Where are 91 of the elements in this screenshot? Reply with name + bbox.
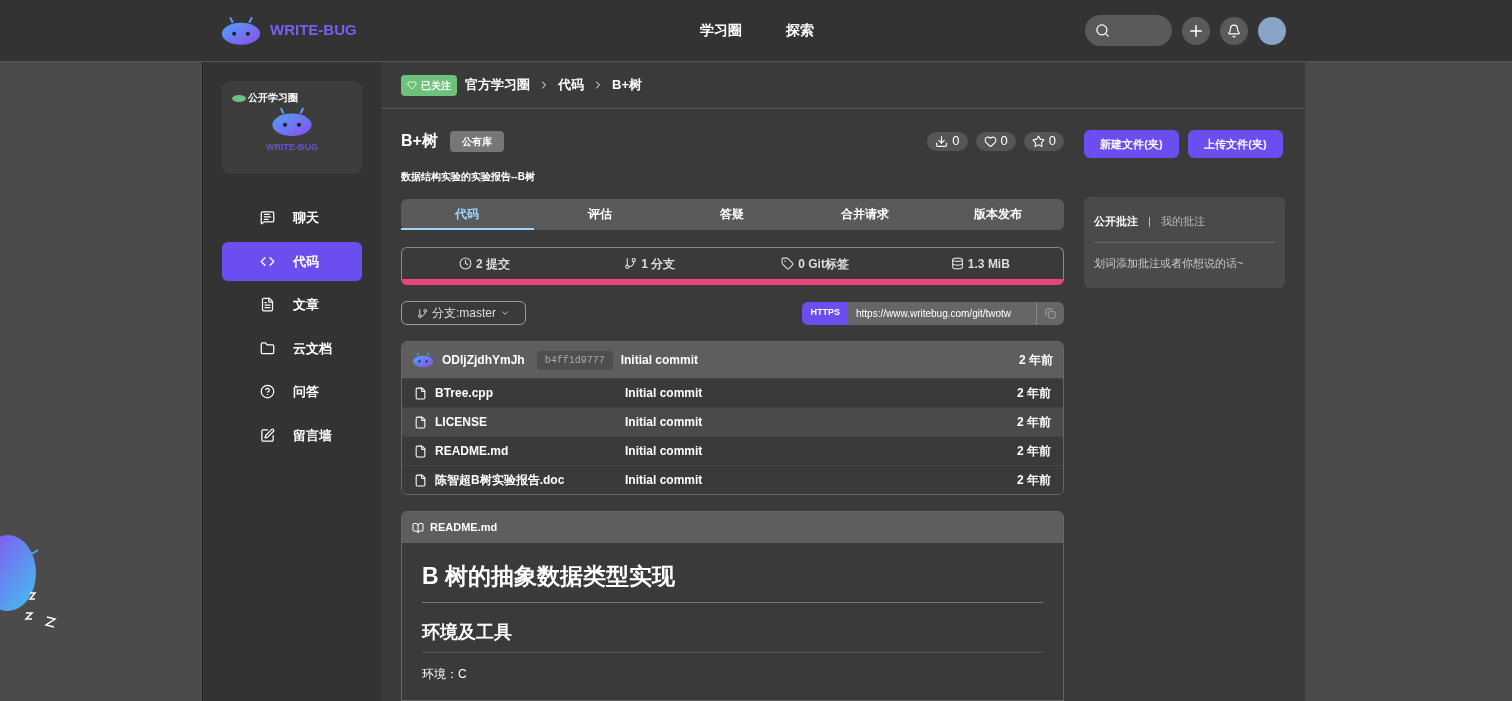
comment-input-field[interactable]: 划词添加批注或者你想说的话~ <box>1094 254 1275 271</box>
file-time: 2 年前 <box>1017 443 1051 460</box>
sidebar-item[interactable]: 代码 <box>222 241 362 281</box>
tab[interactable]: 答疑 <box>666 199 799 230</box>
breadcrumb-link[interactable]: 代码 <box>558 75 584 95</box>
help-icon <box>260 384 275 400</box>
action-button[interactable]: 上传文件(夹) <box>1188 130 1283 158</box>
file-commit-message: Initial commit <box>625 472 703 489</box>
avatar[interactable] <box>1258 16 1286 45</box>
file-name[interactable]: README.md <box>435 442 625 460</box>
sidebar-item[interactable]: 留言墙 <box>222 415 362 455</box>
chat-icon <box>260 210 275 226</box>
star-icon <box>1031 134 1045 148</box>
stat-label[interactable]: 1.3 MiB <box>967 254 1010 273</box>
tag-icon <box>781 257 795 270</box>
comment-tab[interactable]: 公开批注 <box>1094 213 1138 230</box>
repo-title: B+树 <box>401 131 438 151</box>
tab[interactable]: 合并请求 <box>798 199 932 230</box>
file-name[interactable]: LICENSE <box>435 413 625 431</box>
tab[interactable]: 代码 <box>401 199 534 230</box>
readme-subheading: 环境及工具 <box>422 618 1043 653</box>
copy-button[interactable] <box>1036 301 1064 325</box>
sidebar-item[interactable]: 聊天 <box>222 198 362 238</box>
notification-button[interactable] <box>1220 16 1248 45</box>
repo-description: 数据结构实验的实验报告--B树 <box>401 170 536 184</box>
comment-tab[interactable]: 我的批注 <box>1160 213 1205 230</box>
branch-icon <box>624 257 638 270</box>
branch-icon <box>417 307 428 319</box>
tab[interactable]: 版本发布 <box>931 199 1064 230</box>
commit-time: 2 年前 <box>1019 352 1053 369</box>
sidebar-item[interactable]: 文章 <box>222 285 362 325</box>
file-time: 2 年前 <box>1017 472 1051 489</box>
file-time: 2 年前 <box>1017 414 1051 431</box>
commit-hash[interactable]: b4ff1d9777 <box>536 350 613 370</box>
readme-title: README.md <box>430 520 498 536</box>
heart-icon <box>407 80 417 90</box>
add-button[interactable] <box>1182 16 1210 45</box>
file-icon <box>414 473 427 487</box>
file-commit-message: Initial commit <box>625 414 703 431</box>
readme-text: 环境：C <box>422 665 468 683</box>
logo-icon <box>220 15 262 46</box>
counter-button[interactable]: 0 <box>1023 131 1064 151</box>
file-icon <box>414 444 427 458</box>
circle-card[interactable]: 公开学习圈 WRITE-BUG <box>222 81 362 174</box>
file-row[interactable]: 陈智超B树实验报告.doc Initial commit 2 年前 <box>402 465 1063 494</box>
counter-button[interactable]: 0 <box>975 131 1016 151</box>
breadcrumb-link[interactable]: 官方学习圈 <box>465 75 530 95</box>
public-circle-label: 公开学习圈 <box>248 91 298 105</box>
file-name[interactable]: BTree.cpp <box>435 384 625 402</box>
caret-icon <box>500 308 510 318</box>
download-icon <box>935 134 949 148</box>
file-commit-message: Initial commit <box>625 443 703 460</box>
book-icon <box>412 521 424 534</box>
nav-link[interactable]: 学习圈 <box>700 20 742 41</box>
tab[interactable]: 评估 <box>533 199 667 230</box>
file-time: 2 年前 <box>1017 385 1051 402</box>
card-logo-text: WRITE-BUG <box>266 141 318 154</box>
protocol-button[interactable]: HTTPS <box>802 301 848 325</box>
file-icon <box>414 415 427 429</box>
clone-url-field[interactable]: https://www.writebug.com/git/twotw <box>848 301 1036 325</box>
file-icon <box>414 386 427 400</box>
copy-icon <box>1045 307 1056 319</box>
commit-author[interactable]: ODljZjdhYmJh <box>442 351 525 369</box>
bell-icon <box>1227 23 1241 38</box>
readme-heading: B 树的抽象数据类型实现 <box>422 559 1043 603</box>
heart-icon <box>983 134 997 148</box>
search-field[interactable] <box>1085 15 1172 46</box>
document-icon <box>260 297 275 313</box>
file-row[interactable]: LICENSE Initial commit 2 年前 <box>402 407 1063 436</box>
branch-dropdown[interactable]: 分支:master <box>401 301 526 325</box>
stat-label[interactable]: 2 提交 <box>476 254 511 273</box>
stat-label[interactable]: 1 分支 <box>641 254 676 273</box>
breadcrumb-link[interactable]: B+树 <box>612 75 642 95</box>
commit-message: Initial commit <box>620 352 699 369</box>
search-icon <box>1095 23 1110 38</box>
author-avatar-icon <box>412 352 434 368</box>
edit-icon <box>260 427 275 443</box>
public-repo-badge: 公有库 <box>449 130 504 152</box>
stat-label[interactable]: 0 Git标签 <box>798 254 849 273</box>
database-icon <box>950 257 964 270</box>
tab-separator: | <box>1148 214 1151 229</box>
sidebar-item[interactable]: 云文档 <box>222 328 362 368</box>
action-button[interactable]: 新建文件(夹) <box>1084 130 1179 158</box>
counter-button[interactable]: 0 <box>927 131 968 151</box>
clock-icon <box>459 257 473 270</box>
mascot-icon <box>271 105 313 139</box>
sidebar-item[interactable]: 问答 <box>222 372 362 412</box>
nav-link[interactable]: 探索 <box>786 20 814 41</box>
folder-icon <box>260 340 275 356</box>
file-name[interactable]: 陈智超B树实验报告.doc <box>435 471 625 489</box>
file-commit-message: Initial commit <box>625 385 703 402</box>
